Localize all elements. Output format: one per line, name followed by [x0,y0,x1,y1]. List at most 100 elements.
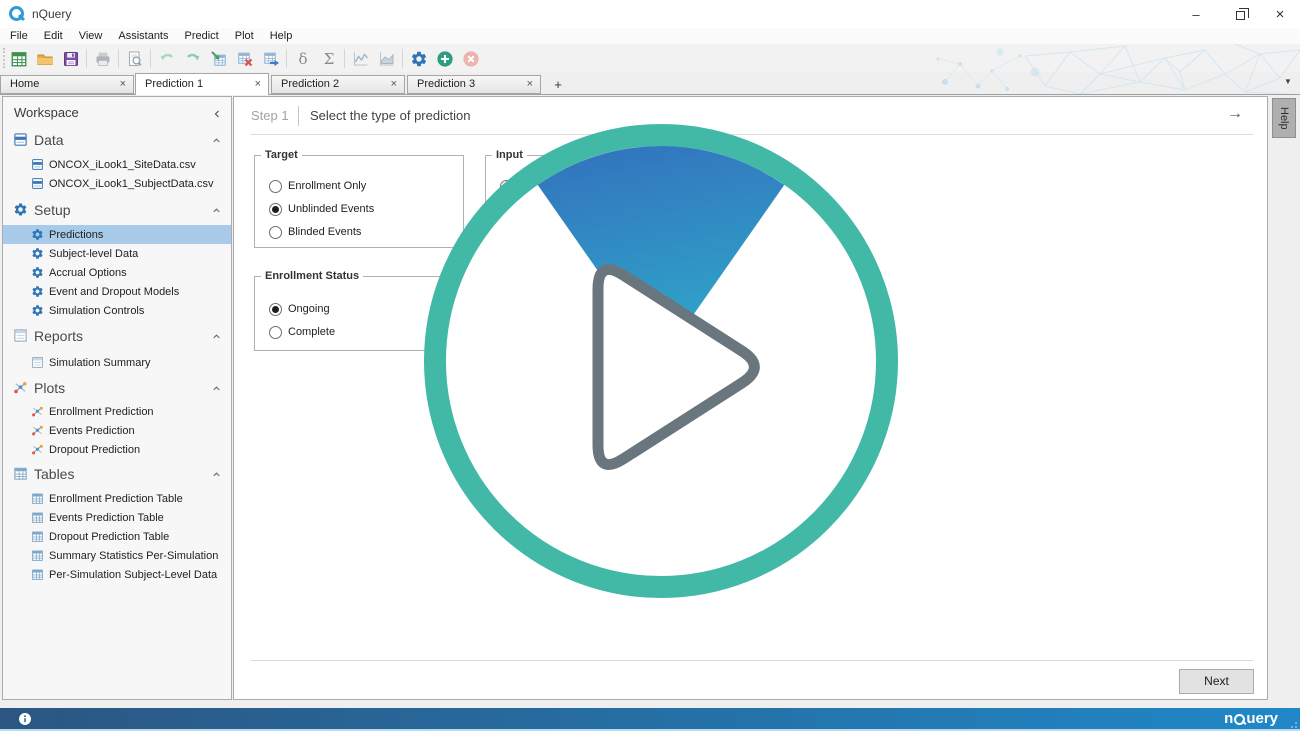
item-label: Simulation Controls [49,305,144,317]
sidebar-section-setup[interactable]: Setup [3,201,231,219]
remove-button[interactable] [460,48,482,69]
menu-edit[interactable]: Edit [36,28,71,44]
sidebar-item-dropout-prediction[interactable]: Dropout Prediction [3,440,231,459]
plot-icon [13,380,28,395]
sidebar-section-tables[interactable]: Tables [3,465,231,483]
toolbar-separator [118,49,119,68]
save-button[interactable] [60,48,82,69]
tab-home[interactable]: Home × [0,75,134,94]
sigma-button[interactable]: Σ [318,48,340,69]
close-button[interactable]: × [1258,0,1300,28]
tab-prediction-1[interactable]: Prediction 1 × [135,73,269,95]
info-icon[interactable] [18,712,32,726]
table-icon [31,492,44,505]
item-label: Dropout Prediction Table [49,531,169,543]
undo-button[interactable] [156,48,178,69]
sidebar-item-enrollment-prediction-table[interactable]: Enrollment Prediction Table [3,489,231,508]
csv-icon [31,158,44,171]
restore-button[interactable] [1218,0,1262,28]
gear-icon [13,202,28,217]
sidebar-item-event-dropout-models[interactable]: Event and Dropout Models [3,282,231,301]
settings-button[interactable] [408,48,430,69]
section-label: Setup [34,202,71,218]
resize-grip[interactable] [1289,720,1297,728]
sidebar-item-simulation-summary[interactable]: Simulation Summary [3,353,231,372]
line-plot-icon [352,50,370,68]
item-label: Events Prediction [49,425,135,437]
table-icon [31,530,44,543]
sidebar-section-reports[interactable]: Reports [3,327,231,345]
tab-label: Home [10,78,39,90]
brand-text-post: uery [1246,710,1278,727]
menu-assistants[interactable]: Assistants [110,28,176,44]
menu-predict[interactable]: Predict [177,28,227,44]
x-circle-icon [462,50,480,68]
next-button[interactable]: Next [1179,669,1254,694]
sidebar-item-enrollment-prediction[interactable]: Enrollment Prediction [3,402,231,421]
open-button[interactable] [34,48,56,69]
plot-icon [31,443,44,456]
status-bar: n uery [0,708,1300,729]
delete-table-button[interactable] [234,48,256,69]
table-icon [13,466,28,481]
item-label: Summary Statistics Per-Simulation [49,550,218,562]
main-panel: Step 1 Select the type of prediction → T… [233,96,1268,700]
area-plot-button[interactable] [376,48,398,69]
menu-file[interactable]: File [2,28,36,44]
import-table-button[interactable] [208,48,230,69]
statusbar-brand: n uery [1224,709,1278,728]
sidebar-section-plots[interactable]: Plots [3,379,231,397]
sidebar-item-predictions[interactable]: Predictions [3,225,231,244]
sidebar-item-simulation-controls[interactable]: Simulation Controls [3,301,231,320]
tab-label: Prediction 2 [281,78,339,90]
sidebar-item-per-simulation-data[interactable]: Per-Simulation Subject-Level Data [3,565,231,584]
item-label: ONCOX_iLook1_SubjectData.csv [49,178,213,190]
chevron-up-icon [211,331,222,342]
help-side-tab[interactable]: Help [1272,98,1296,138]
menu-view[interactable]: View [71,28,111,44]
export-table-button[interactable] [260,48,282,69]
help-tab-label: Help [1278,107,1290,130]
tab-close-icon[interactable]: × [120,78,126,90]
sidebar-item-events-prediction-table[interactable]: Events Prediction Table [3,508,231,527]
tab-close-icon[interactable]: × [527,78,533,90]
preview-icon [126,50,144,68]
sidebar-item-summary-statistics[interactable]: Summary Statistics Per-Simulation [3,546,231,565]
add-button[interactable] [434,48,456,69]
delta-button[interactable]: δ [292,48,314,69]
sidebar-item-events-prediction[interactable]: Events Prediction [3,421,231,440]
menu-plot[interactable]: Plot [227,28,262,44]
preview-button[interactable] [124,48,146,69]
print-button[interactable] [92,48,114,69]
sidebar-item-subjectdata[interactable]: ONCOX_iLook1_SubjectData.csv [3,174,231,193]
toolbar-separator [286,49,287,68]
tab-prediction-2[interactable]: Prediction 2 × [271,75,405,94]
section-label: Reports [34,328,83,344]
tab-close-icon[interactable]: × [255,78,261,90]
export-table-icon [262,50,280,68]
item-label: Enrollment Prediction Table [49,493,183,505]
sidebar-section-data[interactable]: Data [3,131,231,149]
sidebar-item-accrual-options[interactable]: Accrual Options [3,263,231,282]
nquery-logo-icon [9,6,24,21]
sidebar-item-subject-level-data[interactable]: Subject-level Data [3,244,231,263]
redo-button[interactable] [182,48,204,69]
add-tab-button[interactable]: + [547,75,569,94]
chevron-up-icon [211,205,222,216]
sidebar-item-sitedata[interactable]: ONCOX_iLook1_SiteData.csv [3,155,231,174]
minimize-icon: – [1192,7,1199,22]
line-plot-button[interactable] [350,48,372,69]
section-label: Plots [34,380,65,396]
tab-prediction-3[interactable]: Prediction 3 × [407,75,541,94]
table-icon [31,511,44,524]
workspace-title: Workspace [14,105,79,120]
report-icon [13,328,28,343]
minimize-button[interactable]: – [1174,0,1218,28]
menu-help[interactable]: Help [262,28,301,44]
new-table-button[interactable] [8,48,30,69]
sidebar-item-dropout-prediction-table[interactable]: Dropout Prediction Table [3,527,231,546]
toolbar-overflow-button[interactable]: ▼ [1284,77,1292,86]
new-table-icon [10,50,28,68]
tab-close-icon[interactable]: × [391,78,397,90]
collapse-sidebar-icon[interactable] [211,108,223,120]
